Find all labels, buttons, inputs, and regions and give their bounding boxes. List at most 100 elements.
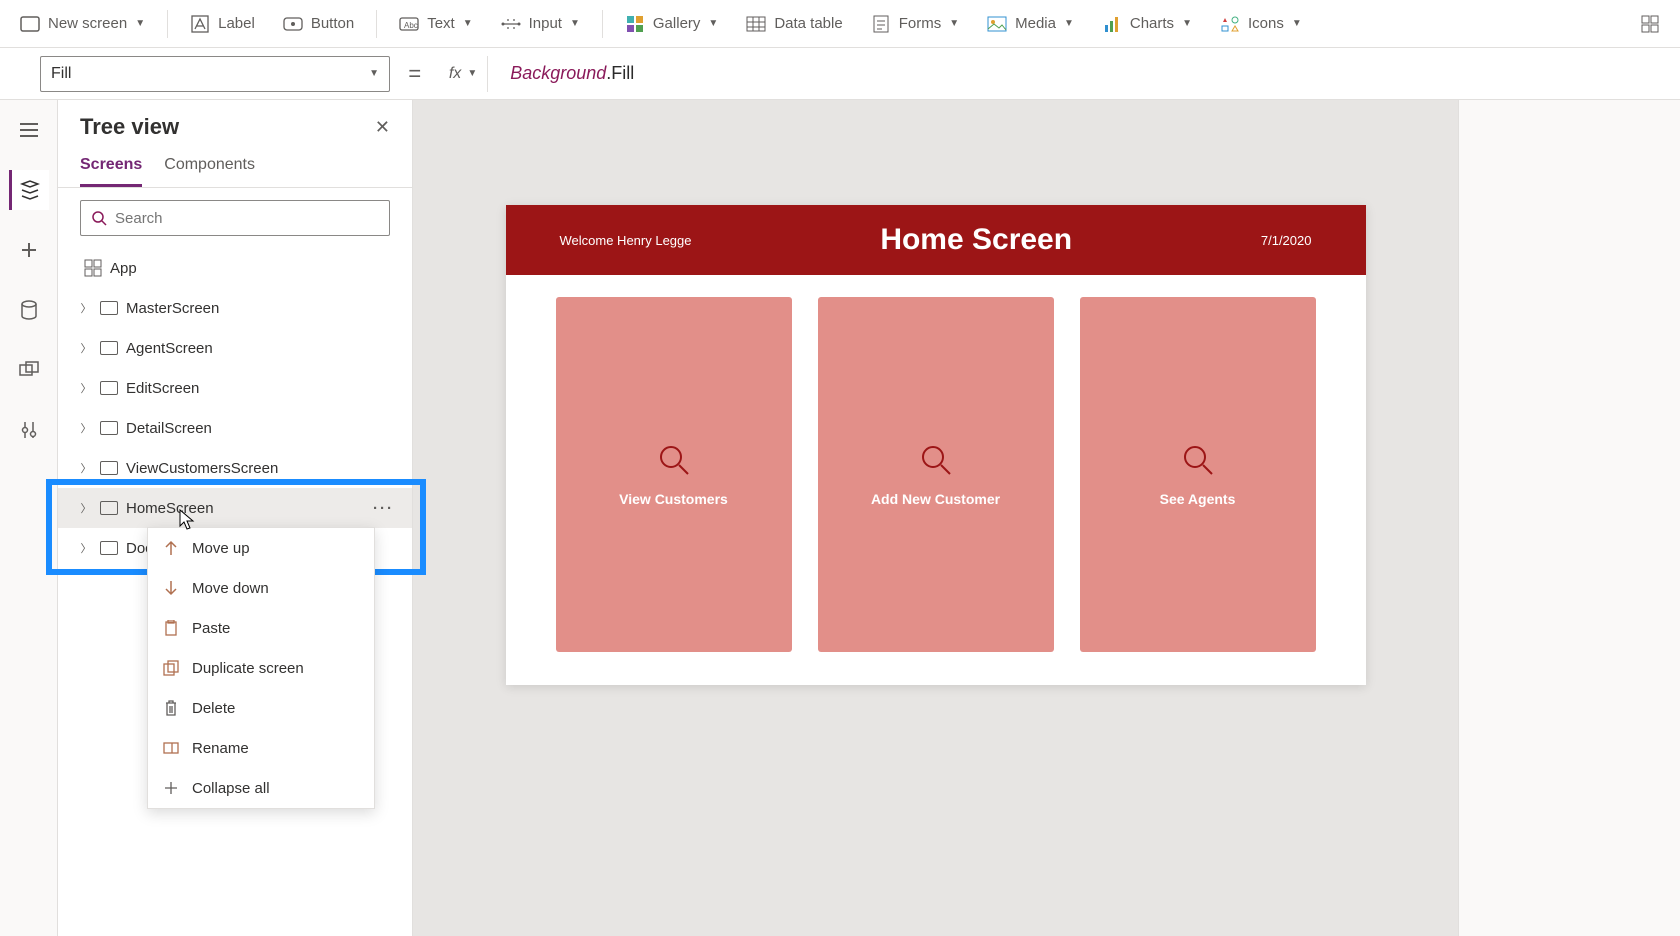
tree-item-agentscreen[interactable]: 〉AgentScreen (58, 328, 412, 368)
chevron-down-icon: ▼ (369, 68, 379, 79)
menu-label: Rename (192, 740, 249, 757)
text-icon: Abc (399, 14, 419, 34)
canvas: Welcome Henry Legge Home Screen 7/1/2020… (413, 100, 1458, 936)
chevron-right-icon: 〉 (80, 460, 92, 476)
search-icon (919, 443, 953, 477)
tab-components[interactable]: Components (164, 148, 255, 187)
arrow-down-icon (162, 579, 180, 597)
search-icon (91, 210, 107, 226)
search-input[interactable] (80, 200, 390, 236)
formula-bar: Fill ▼ = fx ▼ Background.Fill (0, 48, 1680, 100)
tab-screens[interactable]: Screens (80, 148, 142, 187)
menu-paste[interactable]: Paste (148, 608, 374, 648)
screen-title: Home Screen (880, 223, 1072, 257)
search-field[interactable] (115, 210, 379, 227)
button-icon (283, 14, 303, 34)
media-rail-button[interactable] (9, 350, 49, 390)
menu-delete[interactable]: Delete (148, 688, 374, 728)
tools-rail-button[interactable] (9, 410, 49, 450)
menu-rename[interactable]: Rename (148, 728, 374, 768)
gallery-icon (625, 14, 645, 34)
chevron-down-icon: ▼ (708, 18, 718, 29)
datatable-button[interactable]: Data table (734, 8, 854, 40)
collapse-icon (162, 779, 180, 797)
menu-move-down[interactable]: Move down (148, 568, 374, 608)
card-label: See Agents (1160, 491, 1236, 507)
tree-item-homescreen[interactable]: 〉HomeScreen··· (58, 488, 412, 528)
toolbar-label: Input (529, 15, 562, 32)
input-button[interactable]: Input ▼ (489, 8, 592, 40)
insert-rail-button[interactable] (9, 230, 49, 270)
tree-item-detailscreen[interactable]: 〉 DetailScreen (58, 408, 412, 448)
hamburger-button[interactable] (9, 110, 49, 150)
separator (602, 10, 603, 38)
input-icon (501, 14, 521, 34)
tree-item-label: DetailScreen (126, 420, 212, 437)
card-label: View Customers (619, 491, 728, 507)
screen-icon (100, 381, 118, 395)
tree-item-label: App (110, 260, 137, 277)
property-selector[interactable]: Fill ▼ (40, 56, 390, 92)
button-button[interactable]: Button (271, 8, 366, 40)
toolbar-label: Forms (899, 15, 942, 32)
icons-icon (1220, 14, 1240, 34)
screen-icon (100, 461, 118, 475)
chevron-right-icon: 〉 (80, 500, 92, 516)
data-rail-button[interactable] (9, 290, 49, 330)
charts-button[interactable]: Charts ▼ (1090, 8, 1204, 40)
chevron-down-icon: ▼ (1182, 18, 1192, 29)
menu-label: Move up (192, 540, 250, 557)
equals-sign: = (402, 61, 427, 87)
app-preview[interactable]: Welcome Henry Legge Home Screen 7/1/2020… (506, 205, 1366, 685)
formula-identifier: Background (510, 63, 606, 83)
gallery-button[interactable]: Gallery ▼ (613, 8, 730, 40)
search-icon (1181, 443, 1215, 477)
card-add-customer[interactable]: Add New Customer (818, 297, 1054, 652)
menu-label: Collapse all (192, 780, 270, 797)
property-name: Fill (51, 65, 71, 83)
chevron-down-icon: ▼ (570, 18, 580, 29)
right-edge-panel (1458, 100, 1680, 936)
card-view-customers[interactable]: View Customers (556, 297, 792, 652)
media-button[interactable]: Media ▼ (975, 8, 1086, 40)
menu-label: Delete (192, 700, 235, 717)
toolbar-label: Button (311, 15, 354, 32)
card-row: View Customers Add New Customer See Agen… (506, 275, 1366, 674)
menu-collapse-all[interactable]: Collapse all (148, 768, 374, 808)
text-button[interactable]: Abc Text ▼ (387, 8, 484, 40)
tree-item-editscreen[interactable]: 〉EditScreen (58, 368, 412, 408)
menu-label: Move down (192, 580, 269, 597)
tree-view-rail-button[interactable] (9, 170, 49, 210)
tree-item-viewcustomersscreen[interactable]: 〉ViewCustomersScreen (58, 448, 412, 488)
rename-icon (162, 739, 180, 757)
chevron-down-icon: ▼ (1064, 18, 1074, 29)
chevron-right-icon: 〉 (80, 340, 92, 356)
grid-icon (1640, 14, 1660, 34)
chevron-down-icon: ▼ (467, 68, 477, 79)
screen-icon (100, 341, 118, 355)
tree-view-title: Tree view (80, 114, 179, 140)
trash-icon (162, 699, 180, 717)
separator (167, 10, 168, 38)
label-button[interactable]: Label (178, 8, 267, 40)
grid-button[interactable] (1628, 8, 1672, 40)
more-options-button[interactable]: ··· (373, 500, 394, 517)
fx-button[interactable]: fx ▼ (439, 56, 488, 92)
welcome-text: Welcome Henry Legge (560, 233, 692, 248)
icons-button[interactable]: Icons ▼ (1208, 8, 1314, 40)
media-icon (987, 14, 1007, 34)
tree-item-app[interactable]: App (58, 248, 412, 288)
new-screen-button[interactable]: New screen ▼ (8, 8, 157, 40)
menu-duplicate[interactable]: Duplicate screen (148, 648, 374, 688)
card-see-agents[interactable]: See Agents (1080, 297, 1316, 652)
chevron-down-icon: ▼ (135, 18, 145, 29)
forms-button[interactable]: Forms ▼ (859, 8, 971, 40)
menu-move-up[interactable]: Move up (148, 528, 374, 568)
close-icon[interactable]: ✕ (375, 117, 390, 138)
chevron-right-icon: 〉 (80, 420, 92, 436)
tree-item-masterscreen[interactable]: 〉MasterScreen (58, 288, 412, 328)
chevron-down-icon: ▼ (949, 18, 959, 29)
date-text: 7/1/2020 (1261, 233, 1312, 248)
formula-input[interactable]: Background.Fill (500, 63, 634, 84)
toolbar-label: Icons (1248, 15, 1284, 32)
